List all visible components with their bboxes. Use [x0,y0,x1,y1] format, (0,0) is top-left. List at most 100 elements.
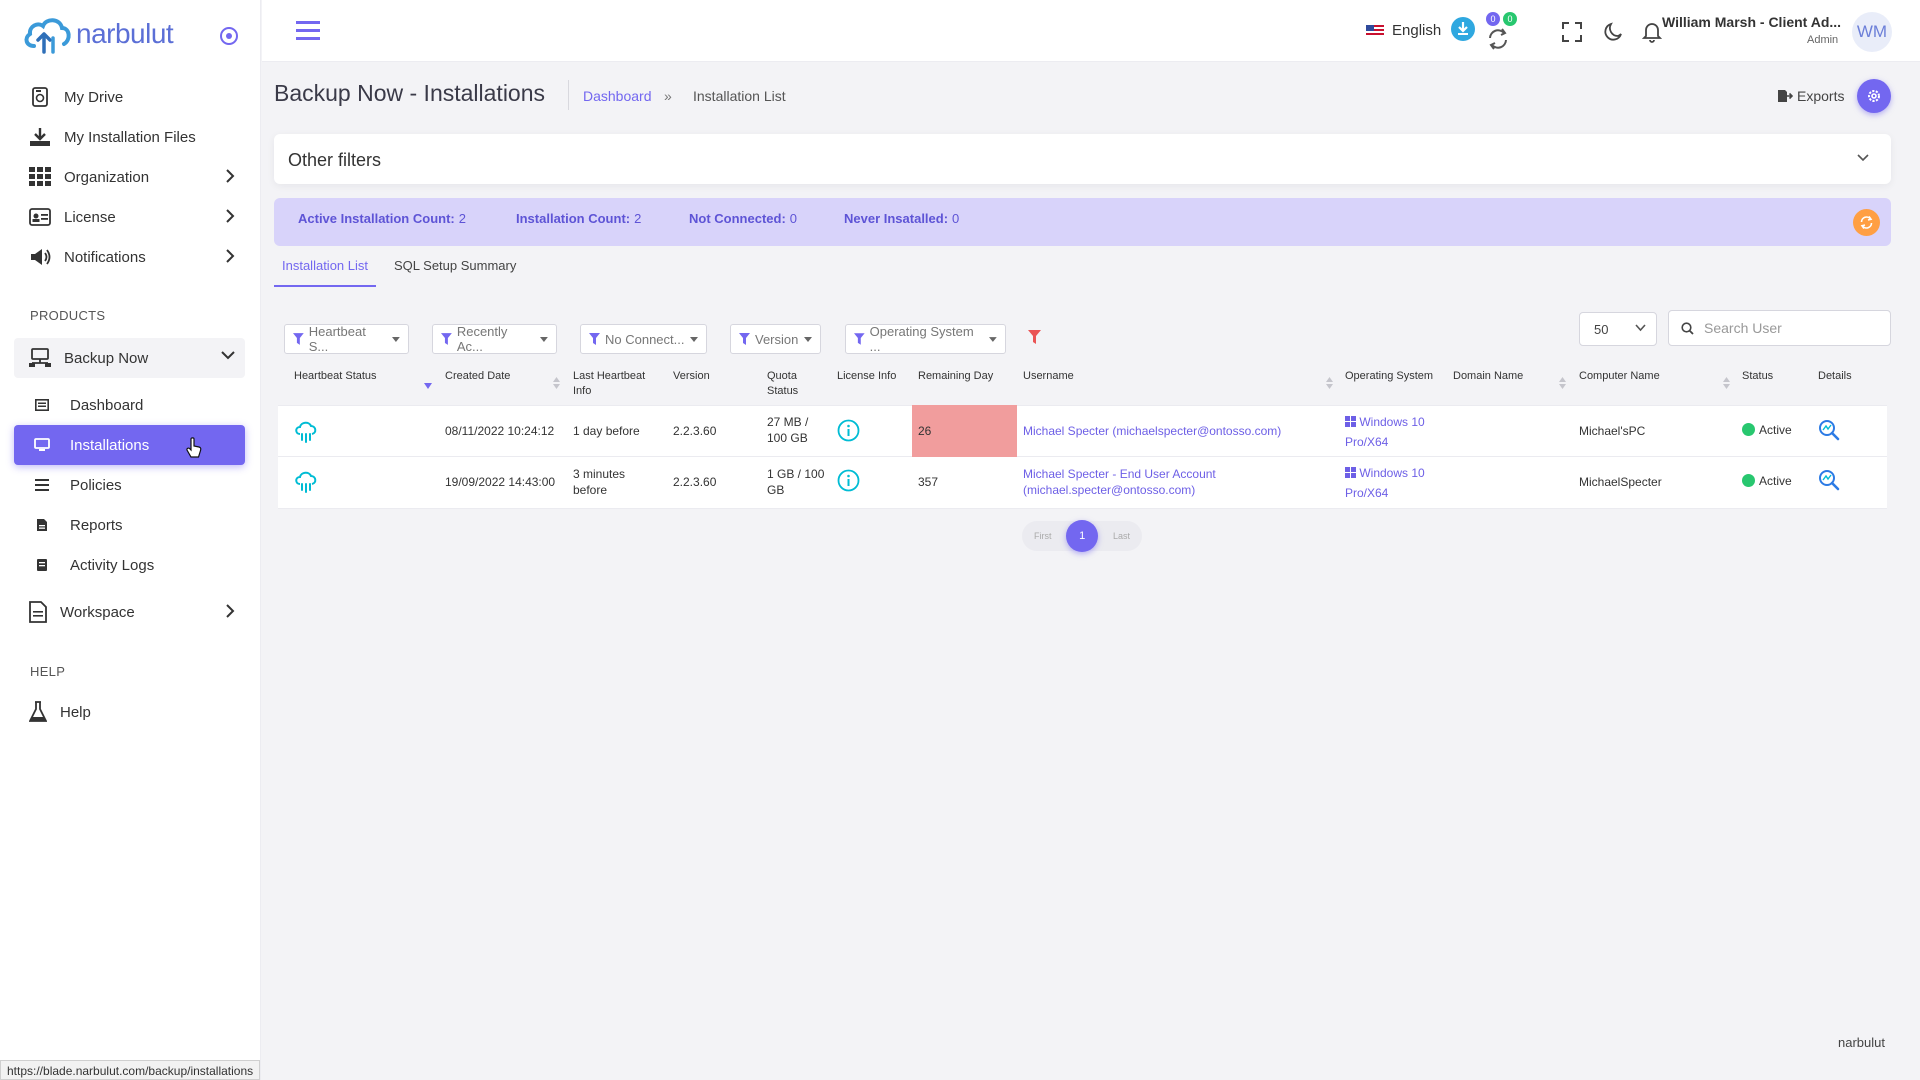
fullscreen-icon[interactable] [1562,22,1582,42]
moon-icon[interactable] [1603,22,1623,42]
sidebar-subitem-label: Dashboard [70,396,144,414]
sidebar-toggle-icon[interactable] [219,26,239,46]
col-username[interactable]: Username [1023,369,1074,384]
megaphone-icon [28,245,52,269]
refresh-button[interactable] [1853,209,1880,236]
filter-no-connection[interactable]: No Connect... [580,324,707,354]
search-user-box[interactable] [1668,310,1891,346]
download-circle-icon[interactable] [1450,16,1476,42]
col-created-date[interactable]: Created Date [445,369,510,384]
sidebar-item-help[interactable]: Help [14,692,245,732]
download-count-badge: 0 [1486,12,1500,26]
report-file-icon [34,517,50,533]
drive-icon [28,85,52,109]
sort-icon[interactable] [553,377,560,389]
details-search-icon[interactable] [1818,469,1840,491]
col-last-heartbeat-info[interactable]: Last Heartbeat Info [573,369,645,399]
settings-button[interactable] [1857,79,1891,113]
network-icon [28,346,52,370]
caret-down-icon [540,336,548,342]
tab-installation-list[interactable]: Installation List [274,258,376,287]
remaining-day: 357 [918,475,939,489]
username-link[interactable]: Michael Specter (michaelspecter@ontosso.… [1023,423,1281,439]
col-details: Details [1818,370,1852,382]
language-selector[interactable]: English [1366,22,1441,39]
brand-name: narbulut [76,18,174,49]
heartbeat-cloud-icon [295,471,317,493]
clear-filters-icon[interactable] [1028,330,1041,344]
sort-desc-icon[interactable] [424,383,432,389]
tab-sql-setup-summary[interactable]: SQL Setup Summary [394,258,516,285]
sidebar-item-my-installation-files[interactable]: My Installation Files [14,117,245,157]
pagination-current-page[interactable]: 1 [1066,520,1099,552]
chevron-down-icon [221,351,235,360]
col-heartbeat-status[interactable]: Heartbeat Status [294,369,377,384]
document-icon [28,600,48,624]
caret-down-icon [804,336,812,342]
col-status[interactable]: Status [1742,369,1773,384]
sort-icon[interactable] [1326,377,1333,389]
sidebar-subitem-policies[interactable]: Policies [14,465,245,505]
col-operating-system[interactable]: Operating System [1345,369,1433,384]
sidebar-item-organization[interactable]: Organization [14,157,245,197]
help-section-label: HELP [30,664,66,679]
sidebar-subitem-reports[interactable]: Reports [14,505,245,545]
pagination-first[interactable]: First [1034,531,1052,541]
sidebar-item-workspace[interactable]: Workspace [14,592,245,632]
sort-icon[interactable] [1723,377,1730,389]
col-license-info[interactable]: License Info [837,369,896,384]
topbar: English 0 0 William Marsh - Client Ad...… [262,0,1920,62]
page-size-select[interactable]: 50 [1579,312,1657,346]
chevron-down-icon[interactable] [1857,154,1869,162]
breadcrumb-separator: » [664,88,672,104]
sidebar-item-license[interactable]: License [14,197,245,237]
filter-version[interactable]: Version [730,324,821,354]
browser-status-url: https://blade.narbulut.com/backup/instal… [0,1060,261,1080]
sidebar-item-notifications[interactable]: Notifications [14,237,245,277]
sync-status-group[interactable]: 0 0 [1484,12,1517,50]
search-user-input[interactable] [1704,320,1874,336]
sidebar-item-backup-now[interactable]: Backup Now [14,338,245,378]
sidebar-subitem-installations[interactable]: Installations [14,425,245,465]
details-search-icon[interactable] [1818,419,1840,441]
user-name[interactable]: William Marsh - Client Ad... [1662,14,1841,30]
count-never-installed: Never Insatalled: 0 [844,211,960,226]
list-icon [34,477,50,493]
operating-system-link[interactable]: Windows 10 Pro/X64 [1345,412,1425,452]
sidebar-item-label: Help [60,703,91,721]
filter-recently-active[interactable]: Recently Ac... [432,324,557,354]
exports-button[interactable]: Exports [1777,88,1844,104]
info-circle-icon[interactable] [837,419,860,442]
exports-label: Exports [1797,88,1845,104]
sidebar-subitem-label: Reports [70,516,123,534]
col-computer-name[interactable]: Computer Name [1579,369,1660,384]
search-icon [1681,321,1694,335]
quota-status: 1 GB / 100 GB [767,467,825,497]
sidebar-subitem-activity-logs[interactable]: Activity Logs [14,545,245,585]
user-role: Admin [1807,34,1839,46]
hamburger-menu-icon[interactable] [296,20,320,40]
col-quota-status[interactable]: Quota Status [767,369,798,399]
avatar[interactable]: WM [1852,12,1892,52]
col-domain-name[interactable]: Domain Name [1453,369,1523,384]
col-remaining-day[interactable]: Remaining Day [918,369,993,384]
us-flag-icon [1366,24,1384,37]
cloud-logo-icon [24,18,71,54]
username-link[interactable]: Michael Specter - End User Account (mich… [1023,466,1216,498]
pagination-last[interactable]: Last [1113,531,1130,541]
brand-logo[interactable]: narbulut [22,14,174,54]
operating-system-link[interactable]: Windows 10 Pro/X64 [1345,463,1425,503]
breadcrumb-dashboard-link[interactable]: Dashboard [583,88,652,104]
products-section-label: PRODUCTS [30,308,106,323]
sidebar-subitem-dashboard[interactable]: Dashboard [14,385,245,425]
sidebar-item-my-drive[interactable]: My Drive [14,77,245,117]
col-version[interactable]: Version [673,369,710,384]
other-filters-panel[interactable]: Other filters [274,134,1891,184]
info-circle-icon[interactable] [837,469,860,492]
filter-operating-system[interactable]: Operating System ... [845,324,1006,354]
bell-icon[interactable] [1642,21,1662,43]
status-badge: Active [1742,422,1792,438]
sort-icon[interactable] [1559,377,1566,389]
chevron-right-icon [226,249,235,263]
filter-heartbeat-status[interactable]: Heartbeat S... [284,324,409,354]
